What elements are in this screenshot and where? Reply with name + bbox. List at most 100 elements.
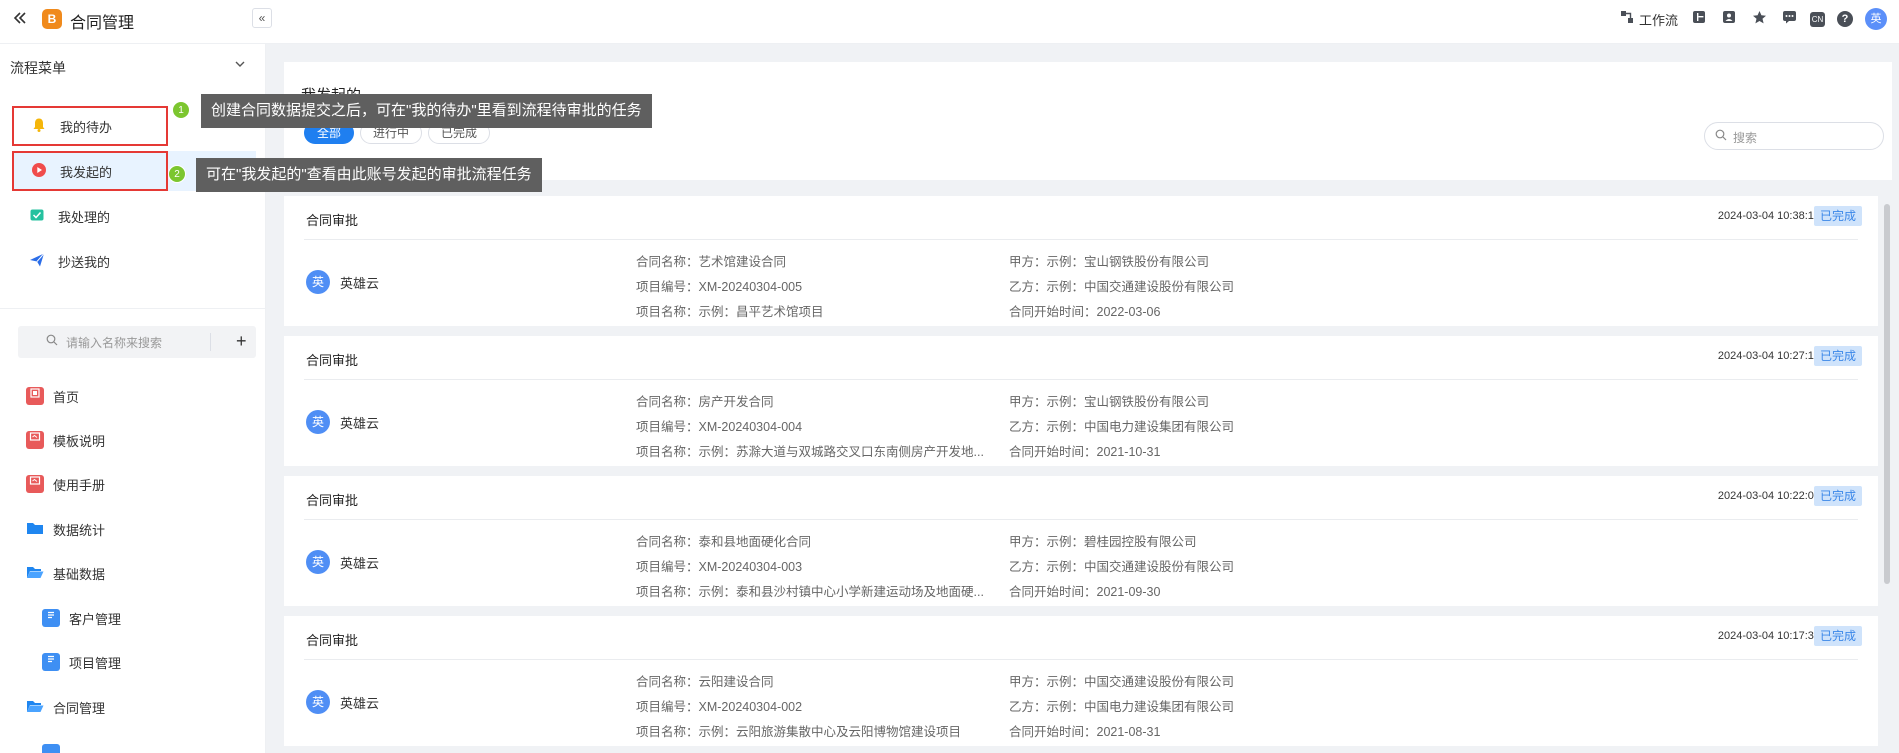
card-time: 2024-03-04 10:22:03 (1717, 490, 1820, 502)
contacts-icon[interactable] (1720, 10, 1738, 28)
card-fields-right: 甲方：示例：中国交通建设股份有限公司 乙方：示例：中国电力建设集团有限公司 合同… (1009, 670, 1509, 745)
card-user: 英 英雄云 (306, 270, 379, 294)
topbar-actions: 工作流 CN ? 英 (1618, 8, 1887, 30)
user-name: 英雄云 (340, 415, 380, 431)
avatar: 英 (306, 690, 330, 714)
flow-item-label: 抄送我的 (58, 254, 111, 270)
user-name: 英雄云 (340, 695, 380, 711)
folder-open-icon (26, 698, 44, 716)
card-title: 合同审批 (306, 633, 359, 648)
message-icon[interactable] (1780, 10, 1798, 28)
nav-label: 基础数据 (53, 566, 106, 582)
search-icon (1715, 129, 1727, 144)
annotation-tooltip-2: 可在"我发起的"查看由此账号发起的审批流程任务 (196, 158, 542, 192)
nav-item-contract-mgmt[interactable]: 合同管理 (26, 695, 105, 719)
card-divider (304, 659, 1858, 660)
language-icon[interactable]: CN (1810, 11, 1825, 27)
avatar: 英 (306, 550, 330, 574)
sidebar-search[interactable]: 请输入名称来搜索 + (18, 326, 256, 358)
card-fields-left: 合同名称：艺术馆建设合同 项目编号：XM-20240304-005 项目名称：示… (636, 250, 996, 325)
nav-item-template-guide[interactable]: 模板说明 (26, 428, 105, 452)
workflow-button[interactable]: 工作流 (1618, 10, 1678, 29)
avatar: 英 (306, 270, 330, 294)
flow-item-my-handled[interactable]: 我处理的 (12, 196, 168, 236)
sidebar: 流程菜单 我的待办 我发起的 我处理的 抄送我的 请输入名称来搜索 + 首页 模… (0, 44, 266, 753)
chevron-down-icon[interactable] (234, 58, 246, 73)
nav-label: 模板说明 (53, 433, 106, 449)
send-icon (28, 252, 46, 270)
party-b: 乙方：示例：中国交通建设股份有限公司 (1009, 280, 1235, 294)
approval-card[interactable]: 合同审批 2024-03-04 10:27:15 已完成 英 英雄云 合同名称：… (284, 336, 1878, 466)
contract-name: 合同名称：云阳建设合同 (636, 675, 774, 689)
card-divider (304, 239, 1858, 240)
nav-label: 首页 (53, 389, 80, 405)
status-badge: 已完成 (1813, 626, 1862, 646)
party-b: 乙方：示例：中国电力建设集团有限公司 (1009, 420, 1235, 434)
card-user: 英 英雄云 (306, 550, 379, 574)
top-bar: B 合同管理 « 工作流 CN ? 英 (0, 0, 1899, 44)
collapse-sidebar-button[interactable]: « (252, 8, 272, 28)
folder-open-icon (26, 564, 44, 582)
nav-item-base-data[interactable]: 基础数据 (26, 561, 105, 585)
flow-item-label: 我的待办 (60, 119, 113, 135)
flow-item-my-todo[interactable]: 我的待办 (12, 106, 168, 146)
nav-label: 合同管理 (53, 700, 106, 716)
card-title: 合同审批 (306, 213, 359, 228)
search-input[interactable]: 搜索 (1704, 122, 1884, 150)
flow-menu-header[interactable]: 流程菜单 (10, 58, 246, 78)
party-a: 甲方：示例：宝山钢铁股份有限公司 (1009, 255, 1210, 269)
add-icon[interactable]: + (236, 331, 247, 352)
project-name: 项目名称：示例：昌平艺术馆项目 (636, 305, 824, 319)
flow-item-cc-me[interactable]: 抄送我的 (12, 241, 168, 281)
card-title: 合同审批 (306, 493, 359, 508)
card-time: 2024-03-04 10:38:14 (1717, 210, 1820, 222)
card-time: 2024-03-04 10:27:15 (1717, 350, 1820, 362)
nav-label: 客户管理 (69, 611, 122, 627)
sidebar-search-input[interactable]: 请输入名称来搜索 (66, 334, 162, 351)
project-number: 项目编号：XM-20240304-004 (636, 420, 803, 434)
main-content: 我发起的 全部 进行中 已完成 搜索 合同审批 2024-03-04 10:38… (266, 44, 1899, 753)
nav-item-data-stats[interactable]: 数据统计 (26, 517, 105, 541)
nav-item-project-mgmt[interactable]: 项目管理 (42, 650, 121, 674)
back-icon[interactable] (12, 10, 28, 31)
approval-card[interactable]: 合同审批 2024-03-04 10:17:36 已完成 英 英雄云 合同名称：… (284, 616, 1878, 746)
party-a: 甲方：示例：中国交通建设股份有限公司 (1009, 675, 1235, 689)
party-a: 甲方：示例：宝山钢铁股份有限公司 (1009, 395, 1210, 409)
card-fields-left: 合同名称：房产开发合同 项目编号：XM-20240304-004 项目名称：示例… (636, 390, 996, 465)
document-icon (42, 744, 60, 753)
status-badge: 已完成 (1813, 486, 1862, 506)
play-icon (30, 162, 48, 180)
contract-name: 合同名称：房产开发合同 (636, 395, 774, 409)
card-user: 英 英雄云 (306, 690, 379, 714)
approval-card[interactable]: 合同审批 2024-03-04 10:38:14 已完成 英 英雄云 合同名称：… (284, 196, 1878, 326)
contract-start: 合同开始时间：2021-08-31 (1009, 725, 1161, 739)
nav-item-home[interactable]: 首页 (26, 384, 79, 408)
card-time: 2024-03-04 10:17:36 (1717, 630, 1820, 642)
card-fields-right: 甲方：示例：宝山钢铁股份有限公司 乙方：示例：中国电力建设集团有限公司 合同开始… (1009, 390, 1509, 465)
workflow-icon (1618, 10, 1636, 28)
card-title: 合同审批 (306, 353, 359, 368)
search-icon (46, 334, 58, 349)
project-name: 项目名称：示例：云阳旅游集散中心及云阳博物馆建设项目 (636, 725, 962, 739)
help-icon[interactable]: ? (1837, 11, 1853, 27)
flow-item-my-initiated-box[interactable]: 我发起的 (12, 151, 168, 191)
flow-menu-title: 流程菜单 (10, 60, 66, 76)
star-icon[interactable] (1750, 10, 1768, 28)
flow-item-label: 我处理的 (58, 209, 111, 225)
manual-icon (26, 475, 44, 493)
nav-item-user-manual[interactable]: 使用手册 (26, 472, 105, 496)
check-icon (28, 207, 46, 225)
scrollbar[interactable] (1884, 204, 1890, 584)
template-icon (26, 431, 44, 449)
user-name: 英雄云 (340, 555, 380, 571)
layout-icon[interactable] (1690, 10, 1708, 28)
approval-card[interactable]: 合同审批 2024-03-04 10:22:03 已完成 英 英雄云 合同名称：… (284, 476, 1878, 606)
card-fields-left: 合同名称：云阳建设合同 项目编号：XM-20240304-002 项目名称：示例… (636, 670, 996, 745)
card-fields-right: 甲方：示例：碧桂园控股有限公司 乙方：示例：中国交通建设股份有限公司 合同开始时… (1009, 530, 1509, 605)
user-avatar[interactable]: 英 (1865, 8, 1887, 30)
sidebar-divider (0, 308, 266, 309)
search-separator (210, 333, 211, 351)
annotation-badge-1: 1 (172, 101, 190, 119)
nav-item-customer-mgmt[interactable]: 客户管理 (42, 606, 121, 630)
card-fields-right: 甲方：示例：宝山钢铁股份有限公司 乙方：示例：中国交通建设股份有限公司 合同开始… (1009, 250, 1509, 325)
